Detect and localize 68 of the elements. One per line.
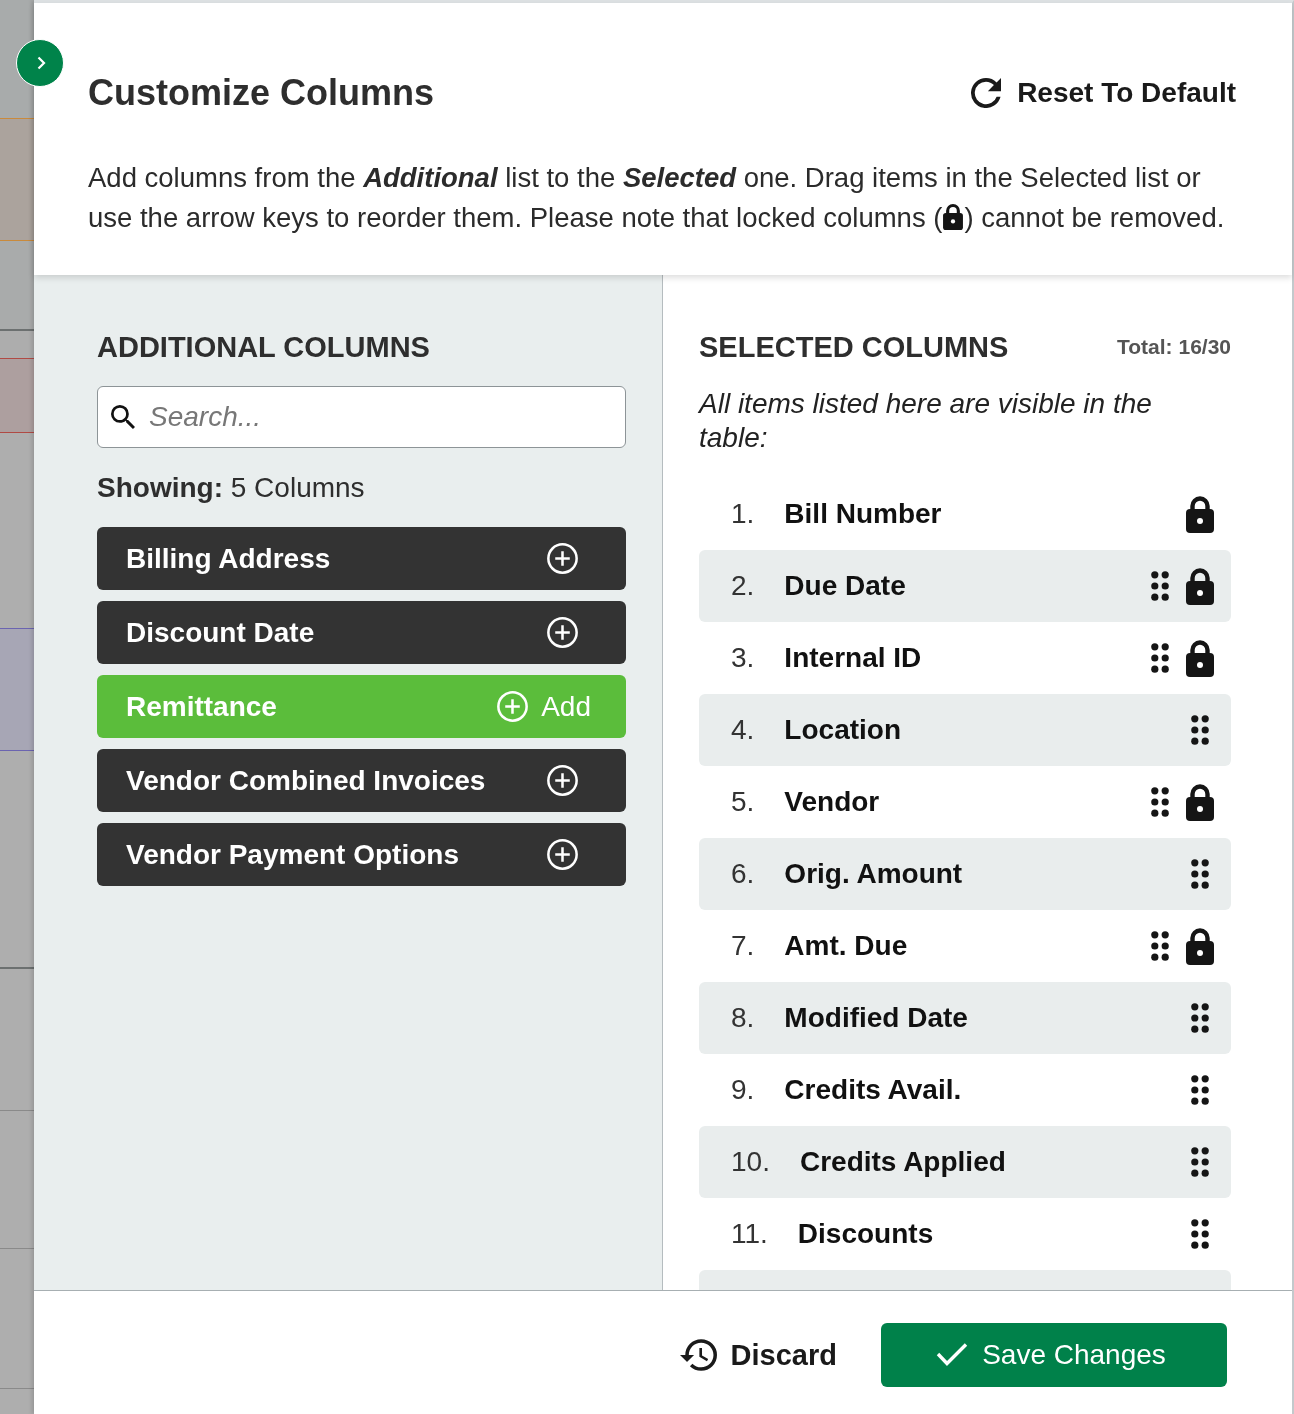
history-icon (679, 1338, 717, 1371)
plus-circle-icon (547, 617, 578, 648)
column-name: Internal ID (784, 641, 923, 675)
drag-handle-icon[interactable] (1151, 931, 1169, 961)
refresh-icon (971, 78, 1002, 108)
drag-handle-icon[interactable] (1191, 1003, 1209, 1033)
section-heading: ADDITIONAL COLUMNS (97, 331, 431, 363)
row-number: 9. (731, 1073, 755, 1107)
plus-circle-icon (547, 839, 578, 870)
search-field[interactable]: Search... (97, 386, 626, 448)
result-count: Showing: 5 Columns (97, 472, 366, 504)
row-number: 8. (731, 1001, 755, 1035)
plus-circle-icon (547, 543, 578, 574)
search-icon (111, 405, 135, 429)
column-name: Location (784, 713, 903, 747)
check-icon (936, 1342, 969, 1367)
column-name: Remittance (126, 689, 277, 724)
drag-handle-icon[interactable] (1191, 859, 1209, 889)
column-name: Discounts (797, 1217, 935, 1251)
column-name: Amt. Due (784, 929, 909, 963)
row-number: 11. (731, 1217, 768, 1251)
column-option[interactable]: Vendor Combined Invoices (97, 749, 626, 812)
drag-handle-icon[interactable] (1151, 643, 1169, 673)
column-row[interactable]: 2. Due Date (699, 550, 1231, 622)
column-name: Credits Applied (799, 1145, 1007, 1179)
column-name: Discount Date (126, 615, 315, 650)
column-row[interactable]: 6. Orig. Amount (699, 838, 1231, 910)
drag-handle-icon[interactable] (1151, 787, 1169, 817)
total-count: Total: 16/30 (1117, 334, 1231, 360)
lock-icon (943, 203, 964, 230)
row-number: 6. (731, 857, 755, 891)
column-option[interactable]: Discount Date (97, 601, 626, 664)
plus-circle-icon (547, 765, 578, 796)
row-number: 3. (731, 641, 755, 675)
column-name: Billing Address (126, 541, 331, 576)
section-heading: SELECTED COLUMNS (699, 331, 1009, 363)
drag-handle-icon[interactable] (1191, 1075, 1209, 1105)
plus-circle-icon (497, 691, 529, 722)
chevron-right-icon (36, 56, 46, 70)
column-row[interactable]: 4. Location (699, 694, 1231, 766)
drag-handle-icon[interactable] (1191, 1219, 1209, 1249)
column-name: Credits Avail. (784, 1073, 963, 1107)
column-name: Bill Number (784, 497, 943, 531)
drag-handle-icon[interactable] (1191, 1147, 1209, 1177)
column-row[interactable]: 10. Credits Applied (699, 1126, 1231, 1198)
discard-button[interactable]: Discard (679, 1336, 837, 1373)
column-option[interactable]: Vendor Payment Options (97, 823, 626, 886)
save-button[interactable]: Save Changes (881, 1322, 1227, 1387)
drag-handle-icon[interactable] (1191, 715, 1209, 745)
column-name: Orig. Amount (784, 857, 964, 891)
row-number: 10. (731, 1145, 770, 1179)
column-name: Modified Date (784, 1001, 969, 1035)
row-number: 2. (731, 569, 755, 603)
drag-handle-icon[interactable] (1151, 571, 1169, 601)
column-option[interactable]: Billing Address (97, 527, 626, 590)
row-number: 1. (731, 497, 755, 531)
column-row[interactable]: 8. Modified Date (699, 982, 1231, 1054)
row-number: 5. (731, 785, 755, 819)
column-name: Vendor Payment Options (126, 837, 459, 872)
dialog-title: Customize Columns (88, 73, 435, 113)
list-note: All items listed here are visible in the table: (699, 387, 1153, 455)
description-text: Add columns from the Additional list to the Selected one. Drag items in the Selected list or use the arrow keys to reorder them. Please note that locked columns ( ) cannot be removed. (88, 161, 1226, 235)
column-name: Vendor (784, 785, 881, 819)
row-number: 7. (731, 929, 755, 963)
column-name: Due Date (784, 569, 907, 603)
row-number: 4. (731, 713, 755, 747)
column-name: Vendor Combined Invoices (126, 763, 486, 798)
reset-button[interactable]: Reset To Default (971, 73, 1236, 113)
